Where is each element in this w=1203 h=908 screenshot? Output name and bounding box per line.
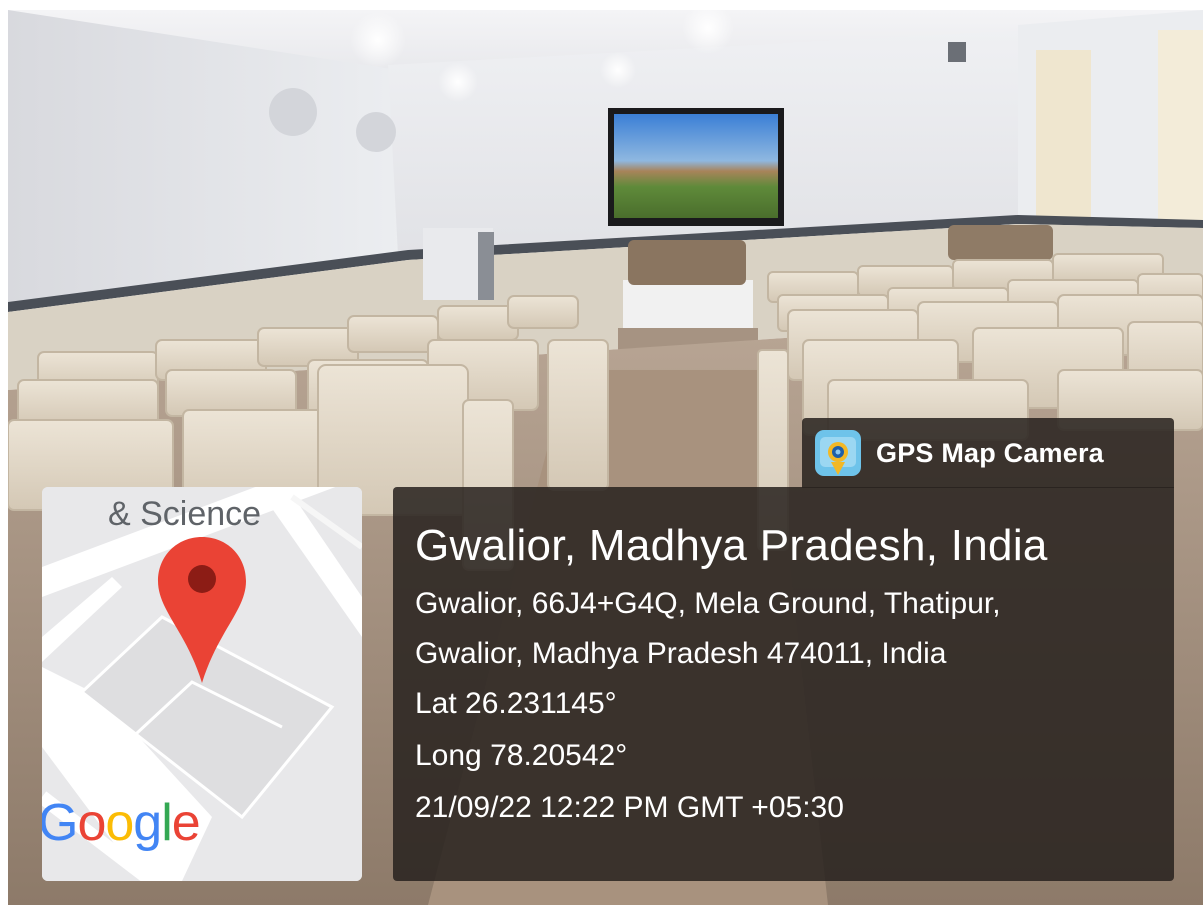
datetime-stamp: 21/09/22 12:22 PM GMT +05:30	[415, 791, 844, 824]
google-letter-2: o	[77, 794, 106, 852]
map-thumbnail: & Science Google	[42, 487, 362, 881]
location-title: Gwalior, Madhya Pradesh, India	[415, 521, 1048, 570]
gps-map-camera-icon	[815, 430, 861, 476]
longitude: Long 78.20542°	[415, 739, 628, 772]
map-place-label: & Science	[108, 495, 262, 533]
address-line-2: Gwalior, Madhya Pradesh 474011, India	[415, 637, 947, 670]
google-letter-5: l	[161, 794, 173, 852]
location-info-panel: Gwalior, Madhya Pradesh, India Gwalior, …	[393, 487, 1174, 881]
app-badge-label: GPS Map Camera	[876, 438, 1104, 468]
google-letter-3: o	[105, 794, 134, 852]
google-letter-1: G	[42, 794, 78, 852]
app-badge: GPS Map Camera	[802, 418, 1174, 488]
map-pin-icon	[158, 537, 246, 683]
google-letter-4: g	[133, 794, 162, 852]
address-line-1: Gwalior, 66J4+G4Q, Mela Ground, Thatipur…	[415, 587, 1001, 620]
google-watermark: Google	[42, 793, 201, 853]
latitude: Lat 26.231145°	[415, 687, 617, 720]
google-letter-6: e	[171, 794, 201, 852]
